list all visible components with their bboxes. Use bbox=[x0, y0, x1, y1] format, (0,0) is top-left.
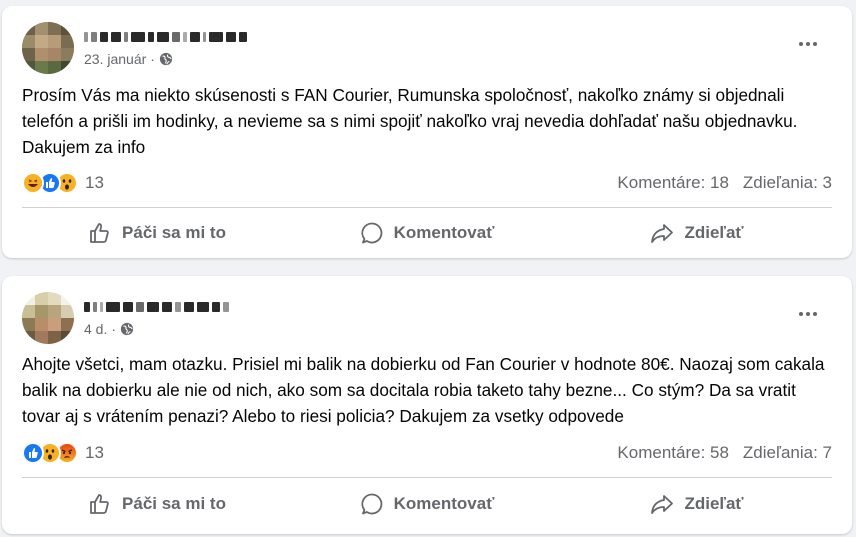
share-button[interactable]: Zdieľať bbox=[562, 482, 832, 526]
author-avatar[interactable] bbox=[22, 22, 74, 74]
share-button-label: Zdieľať bbox=[684, 223, 744, 242]
more-options-icon[interactable] bbox=[794, 304, 822, 324]
like-button-label: Páči sa mi to bbox=[122, 223, 226, 242]
divider bbox=[22, 207, 832, 208]
comment-button[interactable]: Komentovať bbox=[292, 482, 562, 526]
comment-button-label: Komentovať bbox=[393, 494, 495, 513]
shares-count[interactable]: Zdieľania: 3 bbox=[743, 173, 832, 193]
post-text: Prosím Vás ma niekto skúsenosti s FAN Co… bbox=[22, 85, 798, 157]
post-meta: 4 d. · bbox=[84, 321, 134, 337]
like-button[interactable]: Páči sa mi to bbox=[22, 211, 292, 255]
post-stats: Komentáre: 18 Zdieľania: 3 bbox=[617, 170, 832, 196]
haha-reaction-icon bbox=[22, 172, 44, 194]
like-button[interactable]: Páči sa mi to bbox=[22, 482, 292, 526]
like-reaction-icon bbox=[22, 442, 44, 464]
post-text: Ahojte všetci, mam otazku. Prisiel mi ba… bbox=[22, 354, 825, 426]
comment-button-label: Komentovať bbox=[393, 223, 495, 242]
post-actions: Páči sa mi to Komentovať Zdieľať bbox=[22, 482, 832, 526]
post-card: 23. január · Prosím Vás ma niekto skúsen… bbox=[2, 6, 852, 258]
post-card: 4 d. · Ahojte všetci, mam otazku. Prisie… bbox=[2, 276, 852, 534]
divider bbox=[22, 477, 832, 478]
author-avatar[interactable] bbox=[22, 292, 74, 344]
more-options-icon[interactable] bbox=[794, 34, 822, 54]
comments-count[interactable]: Komentáre: 18 bbox=[617, 173, 729, 193]
reaction-count: 13 bbox=[85, 173, 104, 192]
author-name-redacted[interactable] bbox=[84, 28, 247, 46]
thumbs-up-icon bbox=[90, 223, 109, 243]
reactions-summary[interactable]: 13 bbox=[22, 440, 104, 466]
reaction-count: 13 bbox=[85, 443, 104, 462]
comment-button[interactable]: Komentovať bbox=[292, 211, 562, 255]
share-arrow-icon bbox=[651, 495, 674, 514]
share-arrow-icon bbox=[651, 224, 674, 243]
like-button-label: Páči sa mi to bbox=[122, 494, 226, 513]
share-button-label: Zdieľať bbox=[684, 494, 744, 513]
globe-icon[interactable] bbox=[159, 52, 173, 66]
speech-bubble-icon bbox=[361, 222, 382, 244]
author-name-redacted[interactable] bbox=[84, 298, 229, 316]
globe-icon[interactable] bbox=[120, 322, 134, 336]
shares-count[interactable]: Zdieľania: 7 bbox=[743, 443, 832, 463]
reactions-summary[interactable]: 13 bbox=[22, 170, 104, 196]
post-meta: 23. január · bbox=[84, 51, 173, 67]
post-stats: Komentáre: 58 Zdieľania: 7 bbox=[617, 440, 832, 466]
post-date[interactable]: 23. január bbox=[84, 51, 146, 67]
thumbs-up-icon bbox=[90, 494, 109, 514]
comments-count[interactable]: Komentáre: 58 bbox=[617, 443, 729, 463]
speech-bubble-icon bbox=[361, 493, 382, 515]
post-date[interactable]: 4 d. bbox=[84, 321, 107, 337]
post-actions: Páči sa mi to Komentovať Zdieľať bbox=[22, 211, 832, 255]
share-button[interactable]: Zdieľať bbox=[562, 211, 832, 255]
